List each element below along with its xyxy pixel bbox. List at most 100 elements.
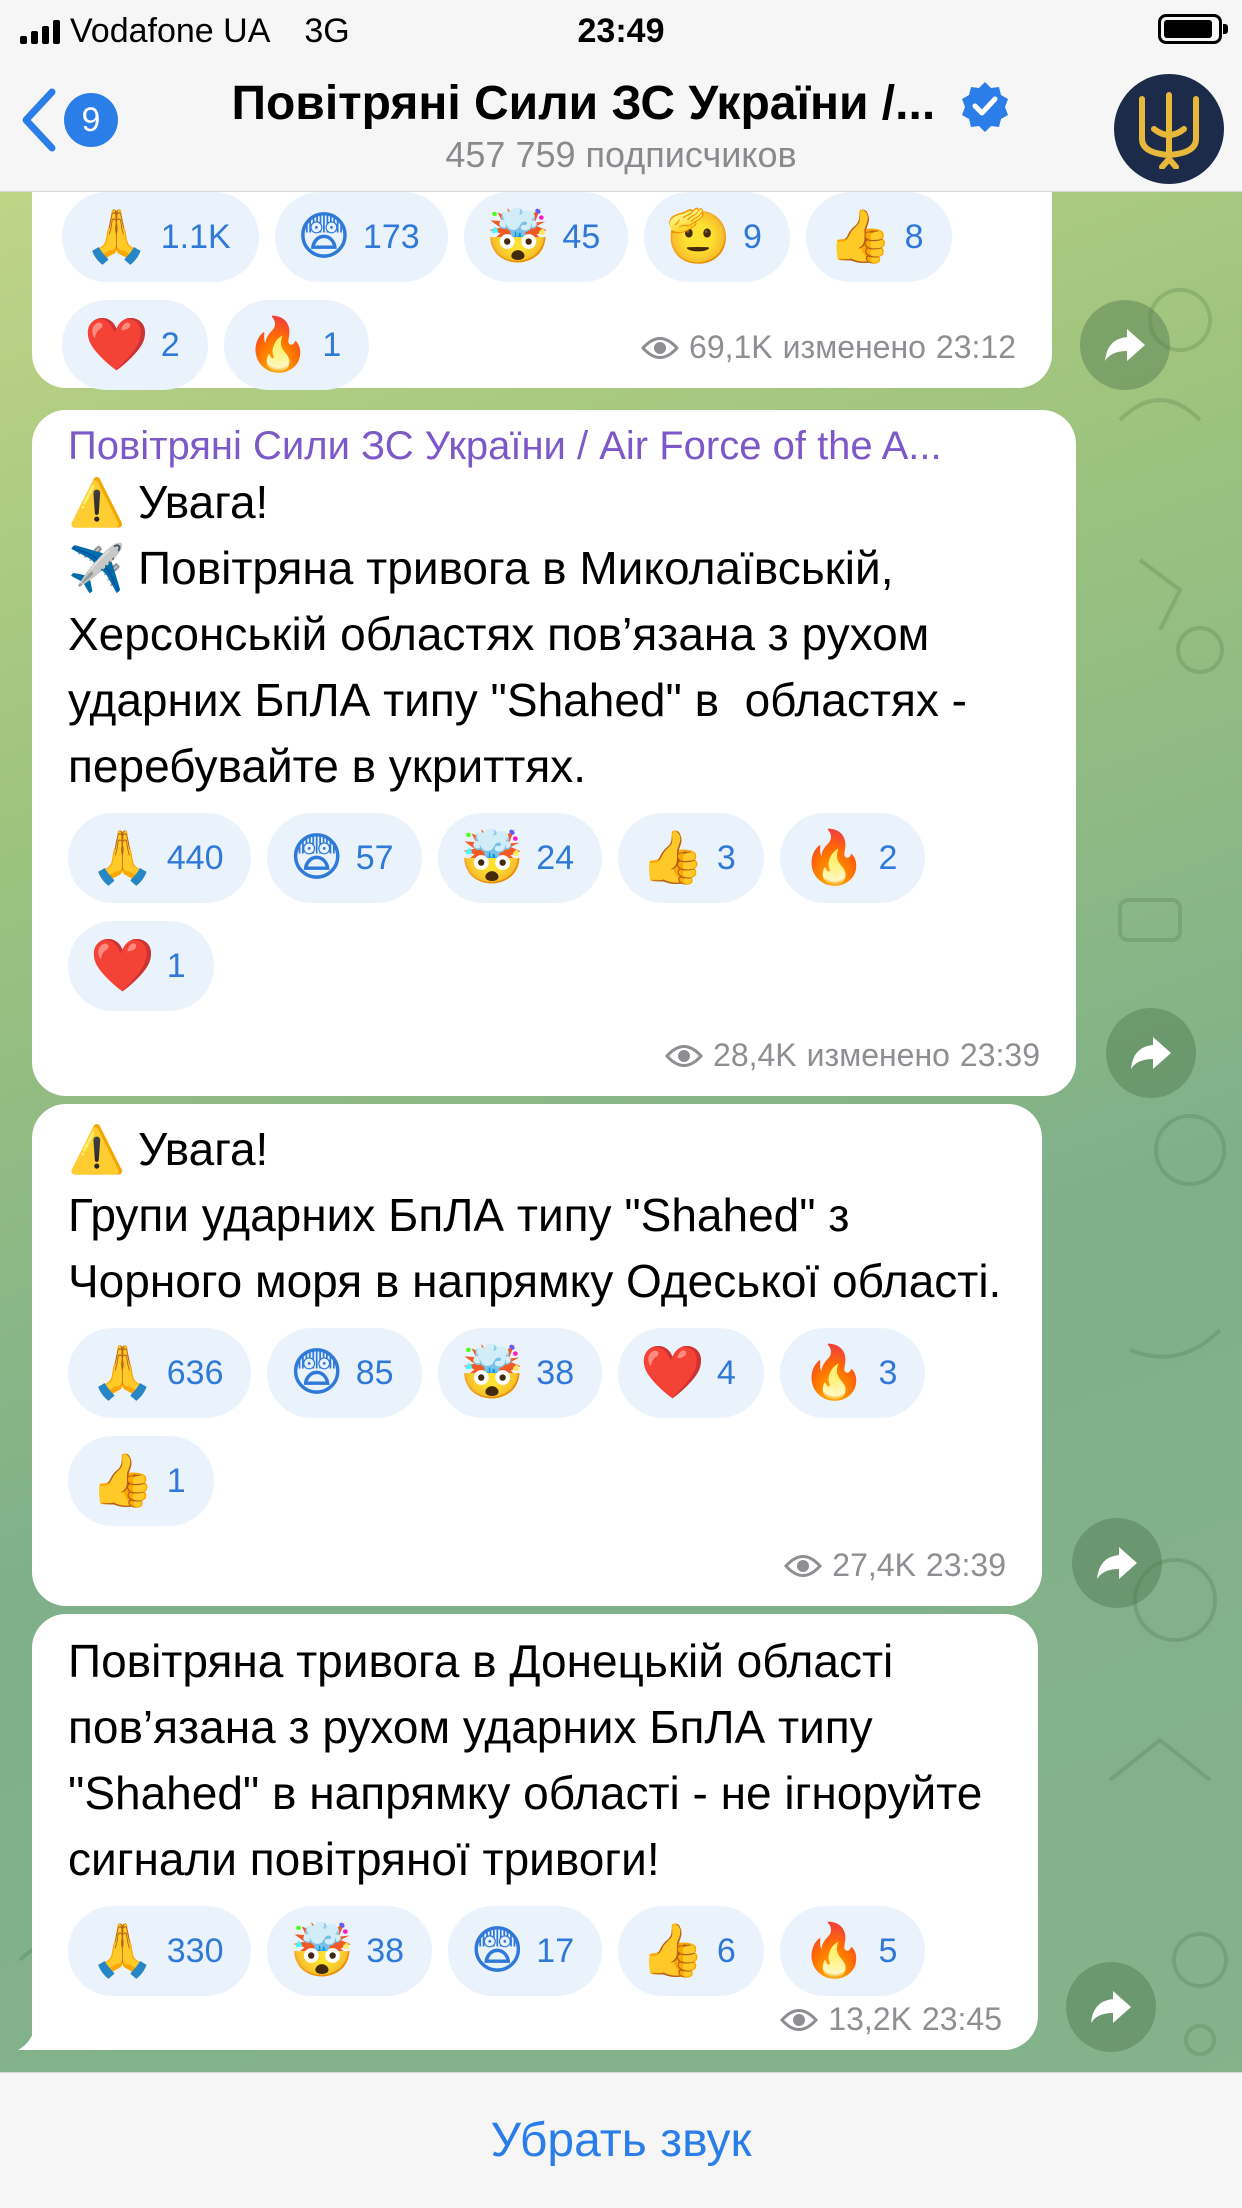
reaction-count: 3 (878, 1353, 898, 1392)
share-button-1[interactable] (1080, 300, 1170, 390)
reaction-emoji-icon: 🔥 (801, 829, 867, 887)
bubble-tail (18, 2016, 58, 2050)
reaction-emoji-icon: 🔥 (801, 1344, 867, 1402)
reaction-count: 1 (166, 1461, 186, 1500)
reaction-count: 8 (904, 217, 924, 256)
reactions-list-3: 🙏 636 😨 85 🤯 38 ❤️ 4 🔥 3 👍 1 (68, 1328, 1006, 1526)
chat-header: 9 Повітряні Сили ЗС України /... 457 759… (0, 60, 1242, 192)
reaction-count: 1.1K (160, 217, 231, 256)
share-button-3[interactable] (1072, 1518, 1162, 1608)
reaction-chip[interactable]: 👍 6 (618, 1906, 764, 1996)
mute-button[interactable]: Убрать звук (490, 2113, 751, 2168)
reactions-list-2: 🙏 440 😨 57 🤯 24 👍 3 🔥 2 ❤️ 1 (68, 813, 1040, 1011)
reaction-emoji-icon: 🤯 (289, 1922, 355, 1980)
reaction-chip[interactable]: 🙏 440 (68, 813, 252, 903)
reaction-chip[interactable]: 🙏 1.1K (62, 192, 259, 282)
reaction-emoji-icon: 😨 (289, 829, 344, 887)
reaction-count: 2 (878, 838, 898, 877)
reaction-emoji-icon: 🤯 (459, 1344, 525, 1402)
reaction-emoji-icon: 😨 (296, 208, 351, 266)
reaction-emoji-icon: ❤️ (640, 1344, 705, 1402)
message-bubble-2[interactable]: Повітряні Сили ЗС України / Air Force of… (32, 410, 1076, 1096)
reaction-chip[interactable]: 🤯 38 (437, 1328, 603, 1418)
reaction-emoji-icon: 🙏 (90, 829, 155, 887)
reaction-chip[interactable]: 🤯 45 (463, 192, 629, 282)
message-bubble-4[interactable]: Повітряна тривога в Донецькій області по… (18, 1614, 1038, 2050)
reactions-list-4: 🙏 330 🤯 38 😨 17 👍 6 🔥 5 (68, 1906, 1002, 1996)
reaction-count: 9 (742, 217, 762, 256)
eye-icon (641, 336, 680, 359)
reaction-emoji-icon: 🫡 (666, 208, 731, 266)
reaction-chip[interactable]: 🙏 330 (68, 1906, 252, 1996)
reaction-count: 5 (878, 1931, 898, 1970)
message-bubble-3[interactable]: ⚠️ Увага! Групи ударних БпЛА типу "Shahe… (32, 1104, 1042, 1606)
trident-logo-icon (1139, 92, 1199, 169)
reaction-emoji-icon: 👍 (827, 208, 893, 266)
channel-title[interactable]: Повітряні Сили ЗС України /... (150, 76, 1092, 133)
reaction-count: 330 (166, 1931, 224, 1970)
unread-count-badge: 9 (64, 93, 118, 147)
chevron-left-icon (22, 88, 56, 152)
reaction-emoji-icon: 😨 (470, 1922, 525, 1980)
reaction-count: 4 (716, 1353, 736, 1392)
view-count: 28,4K (713, 1037, 797, 1073)
reaction-emoji-icon: ❤️ (90, 937, 155, 995)
eye-icon (780, 2008, 819, 2031)
battery-icon (1158, 14, 1228, 44)
channel-title-text: Повітряні Сили ЗС України /... (231, 77, 936, 130)
verified-icon (961, 82, 1008, 133)
message-bubble-1[interactable]: 🙏 1.1K 😨 173 🤯 45 🫡 9 👍 8 ❤️ 2 🔥 1 69,1K изменено 23:… (32, 192, 1052, 390)
message-meta-4: 13,2K 23:45 (780, 2001, 1002, 2038)
reaction-chip[interactable]: 😨 57 (267, 813, 422, 903)
back-button[interactable]: 9 (18, 88, 118, 152)
message-sender-name[interactable]: Повітряні Сили ЗС України / Air Force of… (68, 424, 1040, 469)
reaction-chip[interactable]: 🔥 5 (779, 1906, 926, 1996)
reaction-chip[interactable]: 🤯 38 (267, 1906, 433, 1996)
reaction-count: 440 (166, 838, 224, 877)
reaction-emoji-icon: 🔥 (245, 316, 311, 374)
view-count: 27,4K (832, 1547, 916, 1583)
reaction-count: 1 (322, 325, 342, 364)
reaction-chip[interactable]: 🔥 3 (779, 1328, 926, 1418)
message-text-2: ⚠️ Увага! ✈️ Повітряна тривога в Миколаї… (68, 476, 967, 792)
reaction-chip[interactable]: 🔥 1 (223, 300, 370, 390)
reaction-chip[interactable]: ❤️ 1 (68, 921, 214, 1011)
message-time: 23:39 (959, 1037, 1040, 1073)
reaction-chip[interactable]: 😨 17 (448, 1906, 603, 1996)
reaction-chip[interactable]: 😨 85 (267, 1328, 422, 1418)
reaction-chip[interactable]: 👍 8 (805, 192, 952, 282)
reaction-chip[interactable]: 👍 3 (618, 813, 764, 903)
reaction-emoji-icon: 🙏 (90, 1922, 155, 1980)
reaction-emoji-icon: 🙏 (90, 1344, 155, 1402)
reaction-chip[interactable]: 🤯 24 (437, 813, 603, 903)
reaction-chip[interactable]: ❤️ 2 (62, 300, 208, 390)
reaction-count: 3 (716, 838, 736, 877)
share-button-2[interactable] (1106, 1008, 1196, 1098)
reaction-chip[interactable]: 👍 1 (68, 1436, 214, 1526)
reaction-emoji-icon: 👍 (90, 1452, 155, 1510)
share-arrow-icon (1091, 1991, 1131, 2023)
message-time: 23:39 (925, 1547, 1006, 1583)
reaction-count: 24 (536, 838, 575, 877)
eye-icon (784, 1554, 823, 1577)
reaction-count: 38 (536, 1353, 575, 1392)
reaction-emoji-icon: 👍 (640, 1922, 705, 1980)
reaction-chip[interactable]: ❤️ 4 (618, 1328, 764, 1418)
reaction-chip[interactable]: 🙏 636 (68, 1328, 252, 1418)
reaction-chip[interactable]: 🫡 9 (644, 192, 790, 282)
share-arrow-icon (1131, 1037, 1171, 1069)
message-text-3: ⚠️ Увага! Групи ударних БпЛА типу "Shahe… (68, 1123, 1002, 1307)
share-button-4[interactable] (1066, 1962, 1156, 2052)
channel-avatar[interactable] (1114, 74, 1224, 184)
reaction-chip[interactable]: 🔥 2 (779, 813, 926, 903)
view-count: 69,1K (689, 329, 773, 365)
reaction-count: 173 (362, 217, 420, 256)
subscriber-count: 457 759 подписчиков (445, 134, 797, 175)
reaction-count: 17 (536, 1931, 575, 1970)
reaction-emoji-icon: 🙏 (84, 208, 149, 266)
reaction-count: 636 (166, 1353, 224, 1392)
message-time: 23:12 (935, 329, 1016, 365)
reaction-chip[interactable]: 😨 173 (274, 192, 448, 282)
edited-label: изменено (806, 1037, 950, 1073)
reaction-count: 57 (355, 838, 394, 877)
